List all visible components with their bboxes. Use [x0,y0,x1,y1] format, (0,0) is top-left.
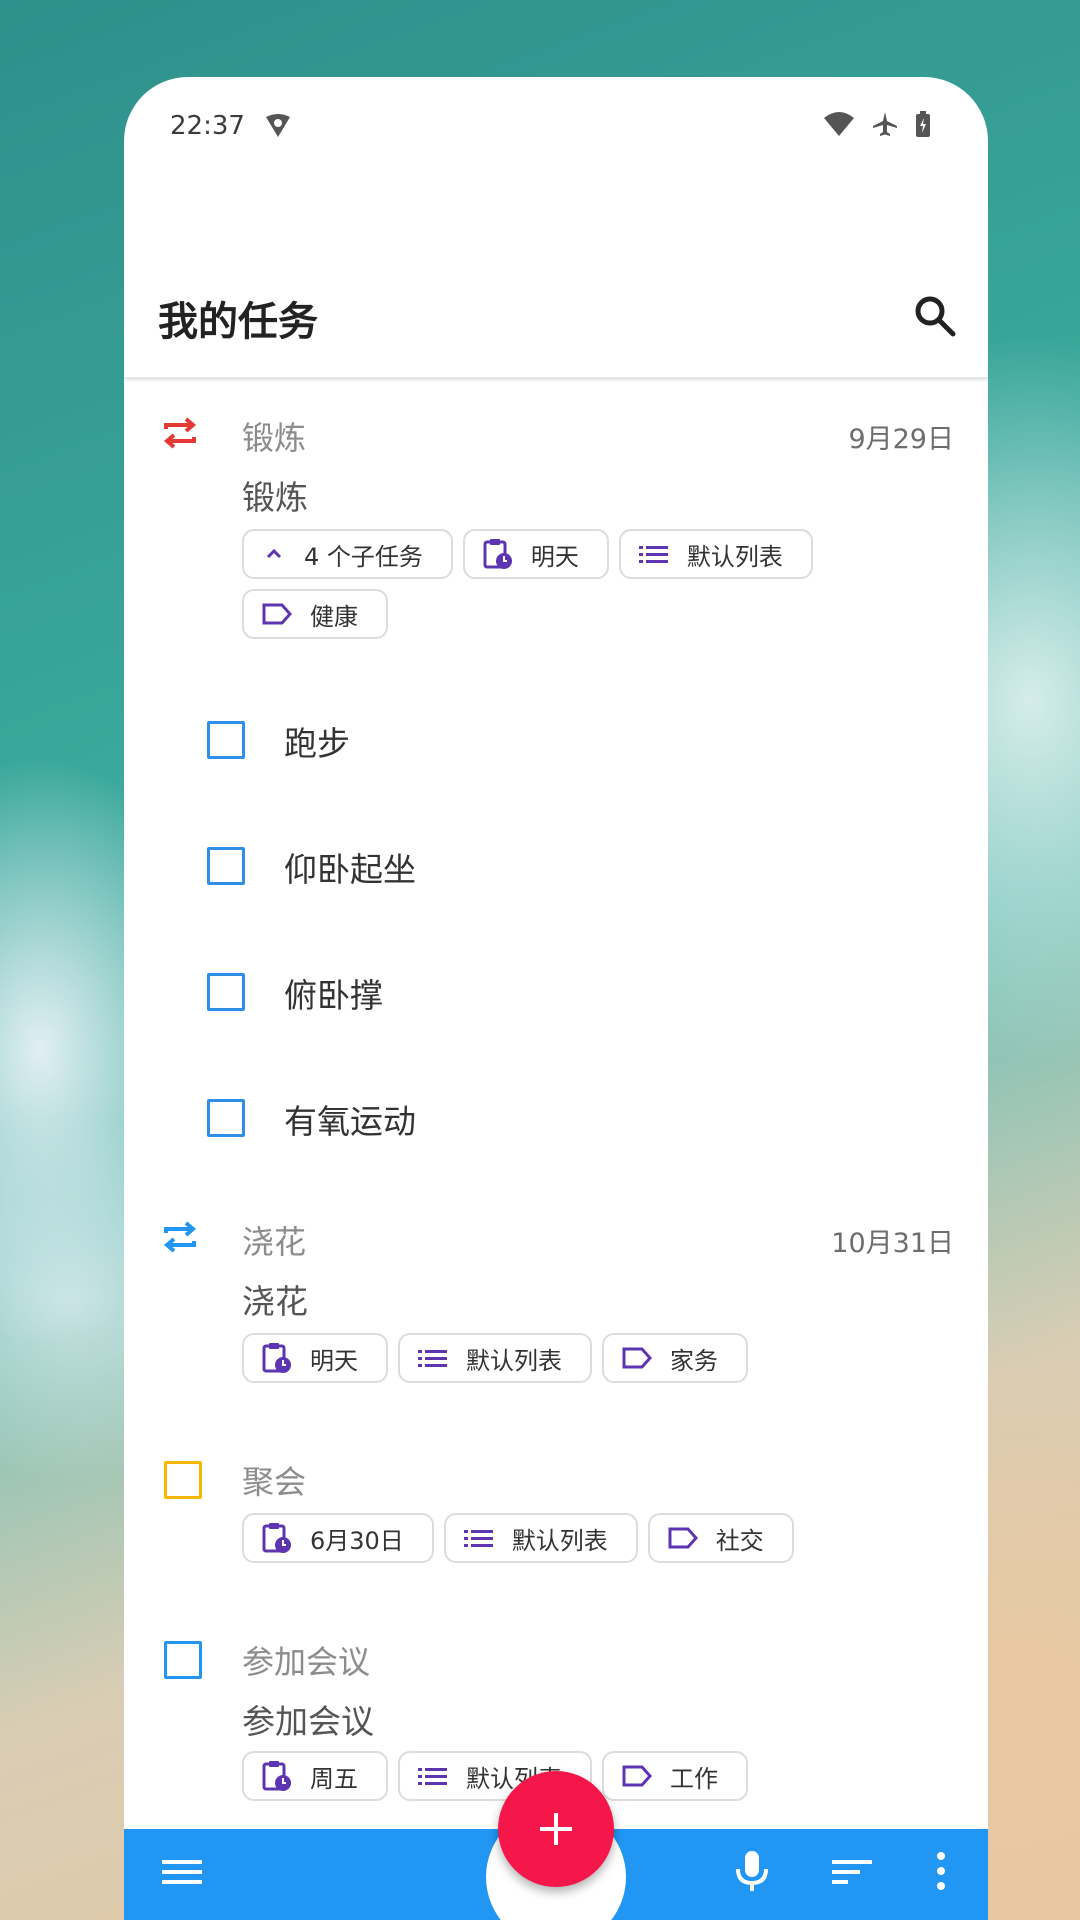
subtask-label: 跑步 [284,724,350,763]
tag-icon [622,1347,652,1369]
subtask-label: 俯卧撑 [284,976,383,1015]
list-chip[interactable]: 默认列表 [398,1333,592,1383]
sort-button[interactable] [832,1857,872,1891]
search-button[interactable] [912,293,958,339]
task-date: 10月31日 [831,1228,954,1259]
repeat-icon[interactable] [160,1217,200,1261]
subtask-item[interactable]: 跑步 [124,699,988,779]
subtask-label: 有氧运动 [284,1102,416,1141]
tag-chip[interactable]: 健康 [242,589,388,639]
vpn-icon [264,113,292,143]
tag-icon [668,1527,698,1549]
chip-label: 默认列表 [686,542,783,571]
page-title: 我的任务 [158,299,318,345]
more-options-button[interactable] [936,1851,946,1895]
subtask-label: 仰卧起坐 [284,850,416,889]
clipboard-clock-icon [262,1343,291,1373]
chip-label: 健康 [310,602,358,631]
status-icons [824,111,930,141]
chip-label: 6月30日 [310,1526,404,1555]
subtask-item[interactable]: 仰卧起坐 [124,825,988,905]
task-chips: 4 个子任务 明天 默认列表 健康 [242,529,882,639]
tag-chip[interactable]: 工作 [602,1751,748,1801]
sort-icon [832,1860,872,1884]
menu-icon [162,1860,202,1884]
task-description: 锻炼 [242,478,308,517]
subtask-checkbox[interactable] [207,1099,245,1137]
chip-label: 默认列表 [511,1526,608,1555]
due-date-chip[interactable]: 明天 [242,1333,388,1383]
clipboard-clock-icon [483,539,512,569]
subtask-checkbox[interactable] [207,847,245,885]
tag-chip[interactable]: 家务 [602,1333,748,1383]
chip-label: 默认列表 [466,1346,562,1375]
task-title: 浇花 [242,1223,307,1261]
list-icon [418,1768,447,1785]
task-chips: 6月30日 默认列表 社交 [242,1513,962,1563]
subtasks-chip[interactable]: 4 个子任务 [242,529,453,579]
subtask-item[interactable]: 有氧运动 [124,1077,988,1157]
due-date-chip[interactable]: 周五 [242,1751,388,1801]
menu-button[interactable] [162,1857,202,1891]
clipboard-clock-icon [262,1523,291,1553]
repeat-icon[interactable] [160,413,200,457]
task-title: 聚会 [242,1463,307,1501]
chip-label: 工作 [670,1764,718,1793]
due-date-chip[interactable]: 6月30日 [242,1513,434,1563]
task-date: 9月29日 [848,424,954,455]
list-icon [638,546,668,563]
chip-label: 社交 [715,1526,764,1555]
subtask-checkbox[interactable] [207,973,245,1011]
app-bar: 我的任务 [124,227,988,378]
status-bar: 22:37 [124,77,988,177]
search-icon [915,296,956,337]
tag-icon [262,603,292,625]
list-chip[interactable]: 默认列表 [618,529,813,579]
chip-label: 4 个子任务 [304,542,423,571]
wifi-icon [824,112,854,140]
chip-label: 家务 [670,1346,718,1375]
status-time: 22:37 [170,111,245,141]
task-description: 参加会议 [242,1702,374,1741]
list-chip[interactable]: 默认列表 [443,1513,638,1563]
more-vert-icon [937,1852,945,1890]
task-title: 参加会议 [242,1643,371,1681]
task-checkbox[interactable] [164,1461,202,1499]
task-title: 锻炼 [242,419,307,457]
battery-icon [916,111,930,141]
due-date-chip[interactable]: 明天 [462,529,609,579]
voice-input-button[interactable] [734,1849,770,1897]
add-task-button[interactable] [498,1771,614,1887]
task-chips: 明天 默认列表 家务 [242,1333,962,1383]
subtask-checkbox[interactable] [207,721,245,759]
tag-chip[interactable]: 社交 [647,1513,794,1563]
list-icon [418,1350,447,1367]
plus-icon [540,1813,572,1845]
chip-label: 明天 [310,1346,358,1375]
task-checkbox[interactable] [164,1641,202,1679]
chip-label: 明天 [530,542,579,571]
phone-screen: 22:37 我的任务 锻炼 9月29日 锻炼 4 个子任务 明天 默认列表 健康… [124,77,988,1920]
mic-icon [736,1851,768,1891]
chip-label: 周五 [310,1764,358,1793]
tag-icon [622,1765,652,1787]
task-description: 浇花 [242,1282,308,1321]
subtask-item[interactable]: 俯卧撑 [124,951,988,1031]
list-icon [463,1530,493,1547]
airplane-icon [872,111,898,141]
chevron-up-icon [266,548,282,559]
clipboard-clock-icon [262,1761,291,1791]
